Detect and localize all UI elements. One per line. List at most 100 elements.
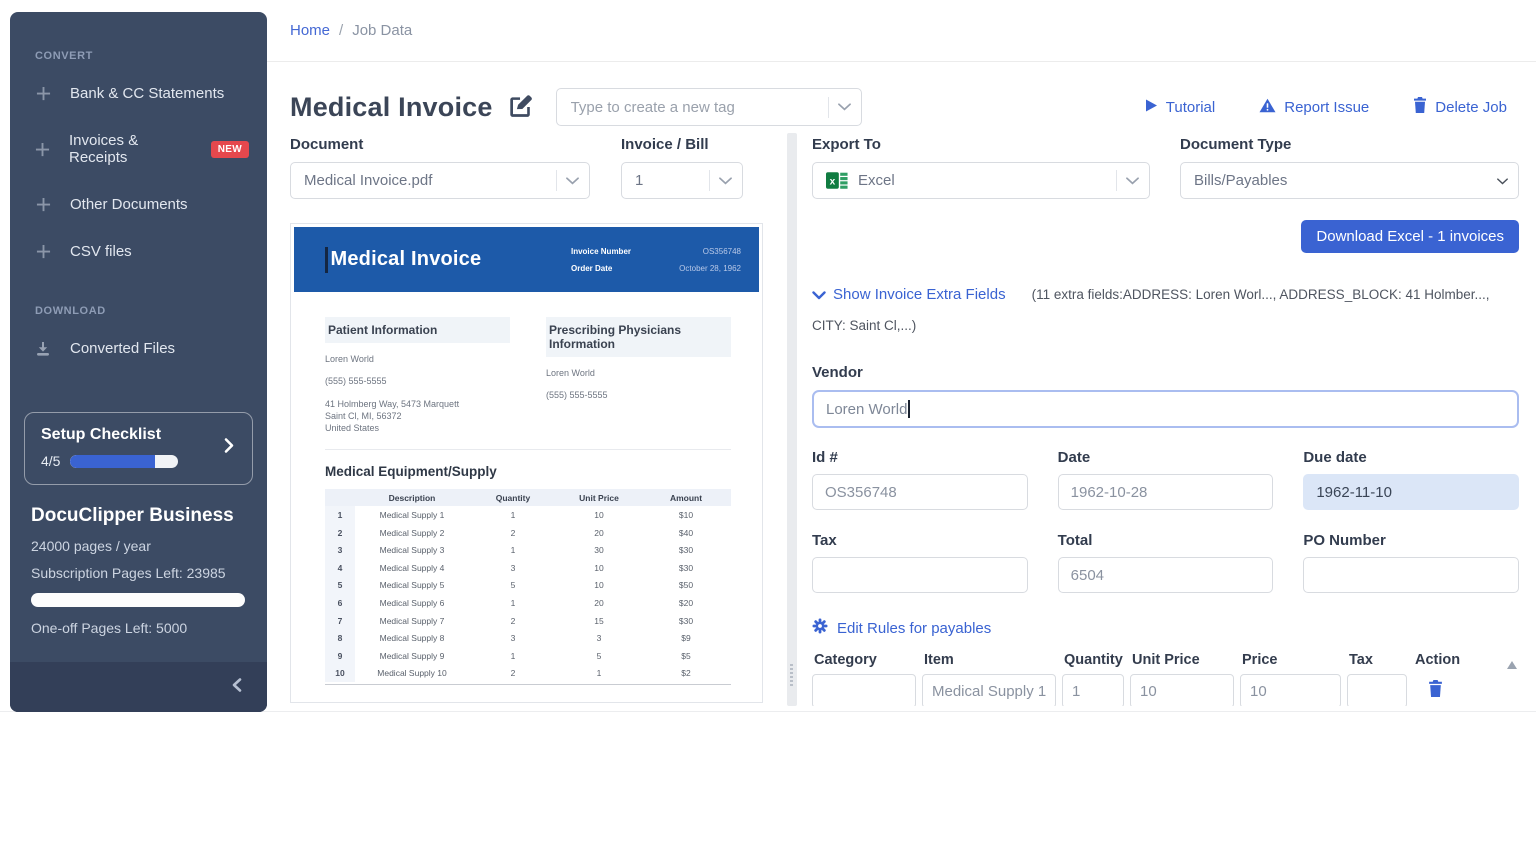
tag-select	[555, 88, 862, 126]
sidebar-collapse-button[interactable]	[10, 662, 267, 712]
sidebar-item-invoices-receipts[interactable]: Invoices & Receipts NEW	[10, 117, 267, 181]
patient-address: 41 Holmberg Way, 5473 Marquett Saint Cl,…	[325, 398, 460, 434]
line-item-category-input[interactable]	[812, 674, 916, 706]
vendor-value: Loren World	[826, 400, 908, 418]
sidebar-item-label: Converted Files	[70, 340, 176, 357]
line-item-item-input[interactable]	[922, 674, 1056, 706]
table-row: 10 Medical Supply 10 2 1 $2	[325, 664, 731, 683]
pdf-doc-title: Medical Invoice	[330, 248, 482, 270]
sidebar-item-csv-files[interactable]: CSV files	[10, 228, 267, 275]
document-type-value: Bills/Payables	[1194, 172, 1288, 189]
sidebar-item-converted-files[interactable]: Converted Files	[10, 325, 267, 372]
tutorial-button[interactable]: Tutorial	[1144, 98, 1215, 117]
plus-icon	[35, 86, 51, 101]
line-item-tax-input[interactable]	[1347, 674, 1407, 706]
patient-phone: (555) 555-5555	[325, 376, 387, 387]
physician-info: Prescribing Physicians Information Loren…	[546, 317, 731, 434]
text-caret	[325, 246, 328, 273]
document-select[interactable]: Medical Invoice.pdf	[290, 162, 590, 199]
plan-oneoff-pages-left: One-off Pages Left: 5000	[31, 620, 188, 636]
sidebar-item-bank-cc-statements[interactable]: Bank & CC Statements	[10, 70, 267, 117]
tax-label: Tax	[812, 532, 837, 549]
vendor-label: Vendor	[812, 364, 863, 381]
date-input[interactable]	[1057, 474, 1274, 510]
order-date-label: Order Date	[570, 263, 613, 273]
plan-subscription-pages-left: Subscription Pages Left: 23985	[31, 565, 226, 581]
line-item-price-input[interactable]	[1240, 674, 1341, 706]
delete-job-label: Delete Job	[1435, 98, 1507, 116]
show-extra-fields-toggle[interactable]: Show Invoice Extra Fields	[812, 286, 1006, 303]
edit-rules-label: Edit Rules for payables	[837, 619, 992, 637]
vendor-input[interactable]: Loren World	[812, 390, 1519, 428]
new-badge: NEW	[210, 140, 249, 158]
table-row: 1 Medical Supply 1 1 10 $10	[325, 506, 731, 524]
document-type-select[interactable]: Bills/Payables	[1180, 162, 1519, 199]
export-to-select[interactable]: x Excel	[812, 162, 1150, 199]
excel-icon: x	[826, 170, 848, 191]
panel-resize-handle[interactable]	[787, 133, 797, 706]
breadcrumb-home-link[interactable]: Home	[290, 22, 330, 39]
delete-row-trash-icon[interactable]	[1428, 680, 1443, 702]
extraction-panel: Export To x Excel Document Type Bills/Pa…	[812, 133, 1519, 706]
select-divider	[709, 170, 710, 191]
edit-title-icon[interactable]	[506, 93, 533, 124]
chevron-down-icon	[566, 172, 579, 189]
edit-rules-button[interactable]: Edit Rules for payables	[812, 618, 991, 638]
plan-summary: DocuClipper Business 24000 pages / year …	[10, 485, 267, 636]
line-item-unit-price-input[interactable]	[1130, 674, 1234, 706]
delete-job-button[interactable]: Delete Job	[1413, 97, 1507, 117]
sidebar-item-other-documents[interactable]: Other Documents	[10, 181, 267, 228]
table-row: 4 Medical Supply 4 3 10 $30	[325, 559, 731, 577]
patient-info: Patient Information Loren World (555) 55…	[325, 317, 510, 434]
export-to-label: Export To	[812, 136, 881, 153]
total-input[interactable]	[1057, 557, 1274, 593]
plus-icon	[35, 197, 51, 212]
main-area: Home / Job Data Medical Invoice Type to …	[267, 0, 1536, 711]
table-row: 7 Medical Supply 7 2 15 $30	[325, 611, 731, 630]
po-number-input[interactable]	[1303, 557, 1519, 593]
tax-input[interactable]	[812, 557, 1028, 593]
sidebar-section-convert: CONVERT	[35, 50, 93, 62]
export-to-value: Excel	[858, 172, 895, 189]
table-row: 9 Medical Supply 9 1 5 $5	[325, 647, 731, 665]
due-date-label: Due date	[1303, 449, 1367, 466]
equipment-table-header: Description Quantity Unit Price Amount	[325, 489, 731, 507]
pdf-preview[interactable]: Medical Invoice Invoice Number OS356748 …	[290, 223, 763, 703]
tutorial-label: Tutorial	[1165, 98, 1216, 116]
checklist-title: Setup Checklist	[41, 426, 162, 443]
tag-input[interactable]	[561, 98, 822, 116]
page-title: Medical Invoice	[290, 91, 493, 122]
invoice-bill-label: Invoice / Bill	[621, 136, 709, 153]
trash-icon	[1413, 97, 1427, 117]
setup-checklist-card[interactable]: Setup Checklist 4/5	[24, 412, 253, 485]
download-excel-button[interactable]: Download Excel - 1 invoices	[1301, 220, 1519, 253]
due-date-input[interactable]	[1303, 474, 1519, 510]
patient-name: Loren World	[325, 354, 374, 364]
checklist-progress-fill	[70, 454, 155, 468]
pdf-header: Medical Invoice Invoice Number OS356748 …	[294, 227, 759, 292]
invoice-bill-select[interactable]: 1	[621, 162, 743, 199]
download-icon	[35, 341, 51, 357]
sidebar-item-label: Bank & CC Statements	[70, 85, 225, 102]
report-issue-button[interactable]: Report Issue	[1259, 98, 1369, 117]
line-items-header: Category Item Quantity Unit Price Price …	[812, 649, 1519, 674]
extra-fields-row: Show Invoice Extra Fields (11 extra field…	[812, 279, 1519, 341]
select-divider	[556, 170, 557, 191]
table-row: 8 Medical Supply 8 3 3 $9	[325, 629, 731, 647]
line-item-row	[812, 674, 1519, 706]
sidebar-item-label: Invoices & Receipts	[69, 132, 139, 166]
id-input[interactable]	[812, 474, 1028, 510]
breadcrumb: Home / Job Data	[267, 0, 1536, 62]
scroll-top-icon[interactable]	[1505, 657, 1517, 673]
chevron-down-icon[interactable]	[837, 98, 851, 116]
line-item-quantity-input[interactable]	[1062, 674, 1124, 706]
chevron-right-icon	[223, 437, 236, 459]
sidebar-item-label: CSV files	[70, 243, 132, 260]
table-row: 6 Medical Supply 6 1 20 $20	[325, 594, 731, 612]
chevron-down-icon	[719, 172, 732, 189]
pdf-divider	[325, 449, 731, 451]
pdf-body: Patient Information Loren World (555) 55…	[294, 292, 759, 686]
warning-icon	[1259, 98, 1276, 117]
invoice-number-label: Invoice Number	[570, 246, 631, 256]
report-issue-label: Report Issue	[1284, 98, 1370, 116]
